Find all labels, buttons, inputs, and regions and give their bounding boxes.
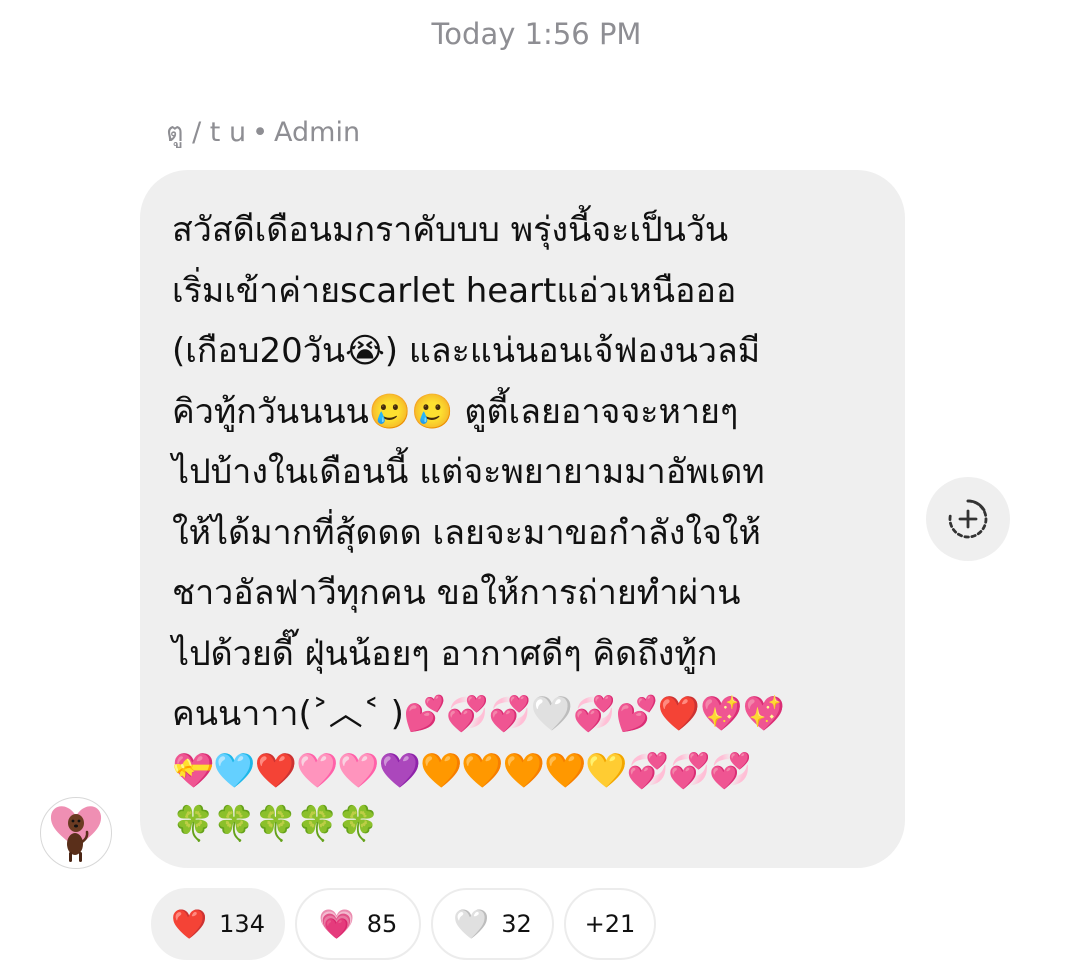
reaction-red-heart[interactable]: ❤️ 134 (151, 888, 285, 960)
white-heart-icon: 🤍 (453, 906, 490, 941)
sender-role: Admin (274, 117, 361, 148)
message-line: เริ่มเข้าค่ายscarlet heartแอ่วเหนือออ (172, 270, 737, 311)
reaction-pink-heart[interactable]: 💗 85 (295, 888, 421, 960)
add-reaction-button[interactable] (926, 477, 1010, 561)
message-line: ให้ได้มากที่สุ้ดดด เลยจะมาขอกำลังใจให้ (172, 512, 761, 553)
growing-heart-icon: 💗 (318, 906, 355, 941)
message-line: คนนาาา(˃︿˂ )💕💞💞🤍💞💕❤️💖💖 (172, 694, 785, 734)
message-bubble[interactable]: สวัสดีเดือนมกราคับบบ พรุ่งนี้จะเป็นวัน เ… (140, 170, 905, 868)
reaction-bar: ❤️ 134 💗 85 🤍 32 +21 (151, 888, 656, 960)
reaction-count: 85 (366, 910, 398, 938)
more-reactions-count: +21 (584, 910, 636, 938)
message-line: คิวทู้กวันนนน🥲🥲 ตูตี้เลยอาจจะหายๆ (172, 391, 739, 432)
sender-name: ตู / t u (166, 117, 247, 148)
heart-dog-avatar-icon (50, 806, 102, 862)
sender-separator: • (252, 117, 269, 148)
message-line: ชาวอัลฟาวีทุกคน ขอให้การถ่ายทำผ่าน (172, 573, 741, 613)
message-line: ไปบ้างในเดือนนี้ แต่จะพยายามมาอัพเดท (172, 452, 765, 492)
add-reaction-icon (948, 499, 988, 539)
more-reactions-button[interactable]: +21 (564, 888, 656, 960)
red-heart-icon: ❤️ (171, 906, 208, 941)
message-line: ไปด้วยดี๊ ฝุ่นน้อยๆ อากาศดีๆ คิดถึงทู้ก (172, 633, 718, 674)
message-line: สวัสดีเดือนมกราคับบบ พรุ่งนี้จะเป็นวัน (172, 210, 729, 250)
sender-avatar[interactable] (40, 797, 112, 869)
message-timestamp: Today 1:56 PM (431, 17, 642, 51)
reaction-white-heart[interactable]: 🤍 32 (431, 888, 554, 960)
sender-label: ตู / t u • Admin (166, 114, 360, 152)
emoji-line: 🍀🍀🍀🍀🍀 (172, 803, 380, 844)
message-line: (เกือบ20วัน😭) และแน่นอนเจ้ฟองนวลมี (172, 331, 761, 371)
reaction-count: 32 (501, 910, 532, 938)
reaction-count: 134 (219, 910, 265, 938)
emoji-line: 💝🩵❤️🩷🩷💜🧡🧡🧡🧡💛💞💞💞 (172, 750, 752, 791)
